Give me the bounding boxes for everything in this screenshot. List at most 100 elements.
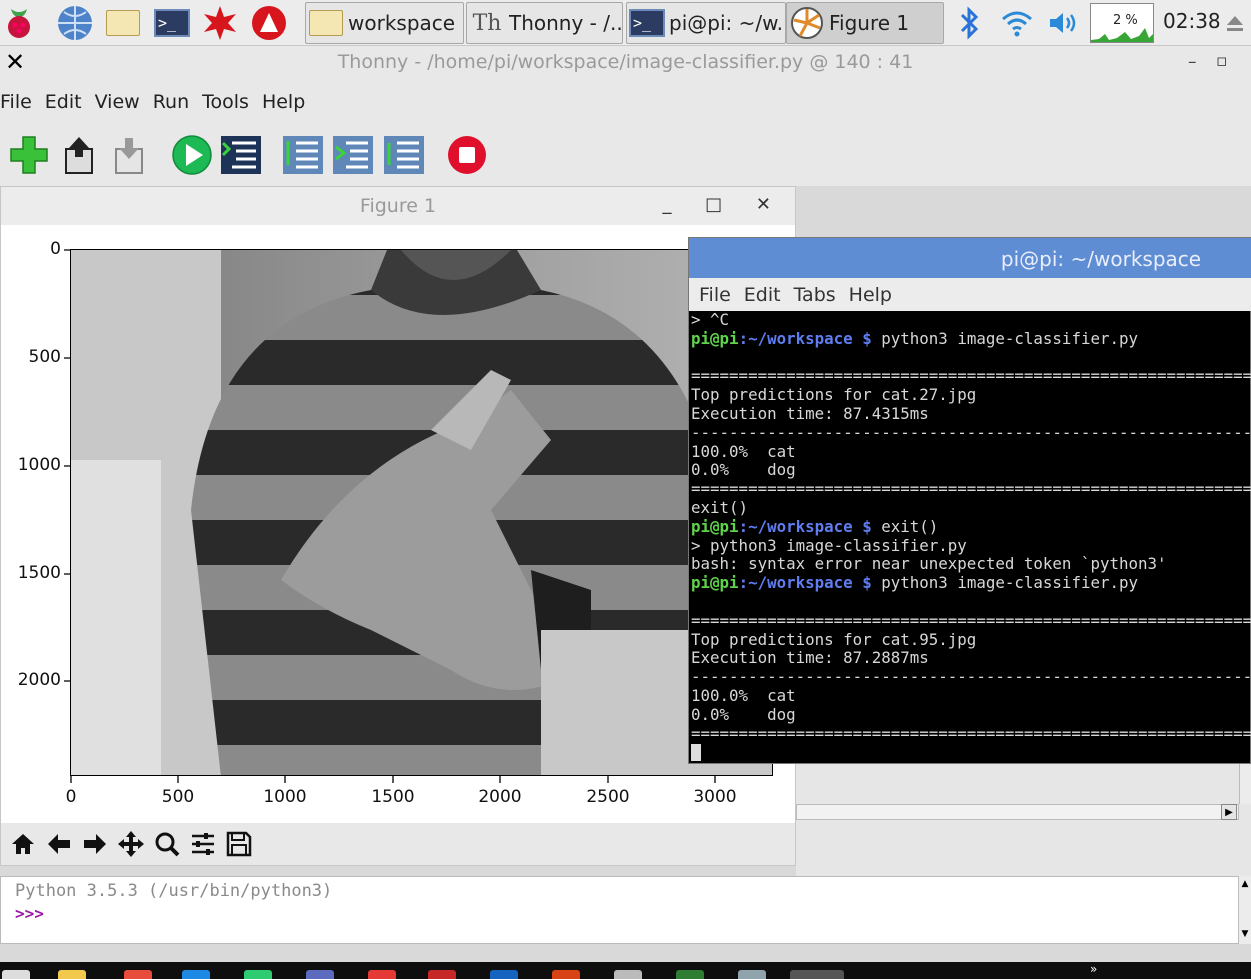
browser-icon[interactable] bbox=[182, 970, 210, 979]
shell-scrollbar[interactable]: ▲ ▼ bbox=[1238, 876, 1251, 944]
folder-icon[interactable] bbox=[58, 970, 86, 979]
prompt-user: pi@pi bbox=[691, 328, 739, 348]
terminal-line: 100.0% cat bbox=[691, 441, 796, 461]
menu-file[interactable]: File bbox=[0, 91, 32, 113]
minimize-icon[interactable]: – bbox=[1188, 52, 1197, 72]
step-over-icon[interactable] bbox=[282, 134, 324, 176]
word-icon[interactable] bbox=[490, 970, 518, 979]
figure-title-bar: Figure 1 _ □ ✕ bbox=[1, 187, 795, 225]
configure-subplots-icon[interactable] bbox=[185, 827, 221, 861]
cpu-usage-label: 2 % bbox=[1113, 13, 1138, 28]
terminal-cursor bbox=[691, 744, 701, 762]
figure-window: Figure 1 _ □ ✕ 0 500 1000 1500 2000 0 50… bbox=[0, 186, 796, 866]
separator-line: ========================================… bbox=[691, 366, 1251, 386]
x-tick-label: 500 bbox=[161, 787, 195, 807]
terminal-output[interactable]: > ^C pi@pi:~/workspace $ python3 image-cl… bbox=[691, 311, 1251, 763]
menu-run[interactable]: Run bbox=[153, 91, 189, 113]
wifi-icon[interactable] bbox=[998, 4, 1036, 42]
editor-hscrollbar[interactable] bbox=[796, 804, 1239, 820]
menu-help[interactable]: Help bbox=[262, 91, 305, 113]
new-file-icon[interactable] bbox=[8, 134, 50, 176]
scroll-right-arrow-icon[interactable]: ▶ bbox=[1221, 804, 1237, 820]
chrome-icon[interactable] bbox=[244, 970, 272, 979]
separator-line: ========================================… bbox=[691, 610, 1251, 630]
editor-vscrollbar[interactable] bbox=[1239, 764, 1251, 804]
step-into-icon[interactable] bbox=[332, 134, 374, 176]
open-file-icon[interactable] bbox=[58, 134, 100, 176]
bluetooth-icon[interactable] bbox=[950, 4, 988, 42]
command: exit() bbox=[871, 516, 939, 536]
terminal-menu-file[interactable]: File bbox=[699, 284, 731, 306]
scroll-down-arrow-icon[interactable]: ▼ bbox=[1239, 928, 1251, 940]
app-icon[interactable] bbox=[614, 970, 642, 979]
eject-icon[interactable] bbox=[1220, 4, 1250, 42]
y-tick-label: 500 bbox=[28, 347, 61, 367]
task-thonny[interactable]: Th Thonny - /... bbox=[466, 2, 623, 44]
app-icon[interactable] bbox=[368, 970, 396, 979]
save-figure-icon[interactable] bbox=[221, 827, 257, 861]
back-arrow-icon[interactable] bbox=[41, 827, 77, 861]
figure-window-controls[interactable]: _ □ ✕ bbox=[662, 194, 785, 215]
raspberry-menu-icon[interactable] bbox=[0, 4, 38, 42]
active-app-icon[interactable] bbox=[790, 970, 844, 979]
app-icon[interactable] bbox=[306, 970, 334, 979]
terminal-icon[interactable]: >_ bbox=[153, 4, 191, 42]
python-shell[interactable]: Python 3.5.3 (/usr/bin/python3) >>> bbox=[0, 876, 1240, 944]
task-terminal[interactable]: >_ pi@pi: ~/w... bbox=[626, 2, 786, 44]
task-workspace[interactable]: workspace bbox=[305, 2, 464, 44]
terminal-menu-bar: File Edit Tabs Help bbox=[689, 278, 1251, 311]
menu-tools[interactable]: Tools bbox=[202, 91, 249, 113]
shell-banner: Python 3.5.3 (/usr/bin/python3) bbox=[15, 881, 333, 901]
run-icon[interactable] bbox=[171, 134, 213, 176]
mathematica-icon[interactable] bbox=[201, 4, 239, 42]
wolfram-icon[interactable] bbox=[250, 4, 288, 42]
restore-icon[interactable]: ▫ bbox=[1216, 51, 1228, 71]
folder-icon bbox=[308, 5, 344, 41]
step-out-icon[interactable] bbox=[383, 134, 425, 176]
terminal-window: pi@pi: ~/workspace File Edit Tabs Help >… bbox=[688, 237, 1251, 764]
clock[interactable]: 02:38 bbox=[1163, 9, 1221, 33]
window-icon[interactable] bbox=[2, 970, 30, 979]
save-file-icon[interactable] bbox=[108, 134, 150, 176]
x-tick-label: 2000 bbox=[478, 787, 522, 807]
powerpoint-icon[interactable] bbox=[552, 970, 580, 979]
y-tick-label: 2000 bbox=[17, 670, 61, 690]
separator-line: ========================================… bbox=[691, 723, 1251, 743]
overflow-chevron-icon[interactable]: » bbox=[1090, 962, 1097, 976]
excel-icon[interactable] bbox=[676, 970, 704, 979]
thonny-icon: Th bbox=[472, 10, 502, 36]
terminal-menu-tabs[interactable]: Tabs bbox=[794, 284, 836, 306]
image-axes bbox=[70, 249, 773, 776]
terminal-line: Execution time: 87.2887ms bbox=[691, 648, 929, 668]
y-tick-label: 1000 bbox=[17, 455, 61, 475]
terminal-prompt-line: pi@pi:~/workspace $ python3 image-classi… bbox=[691, 573, 1251, 593]
home-icon[interactable] bbox=[5, 827, 41, 861]
app-icon[interactable] bbox=[124, 970, 152, 979]
menu-view[interactable]: View bbox=[95, 91, 140, 113]
y-tick-label: 1500 bbox=[17, 563, 61, 583]
x-tick-label: 1500 bbox=[371, 787, 415, 807]
app-icon[interactable] bbox=[738, 970, 766, 979]
app-icon[interactable] bbox=[428, 970, 456, 979]
x-ticks bbox=[70, 776, 716, 783]
volume-icon[interactable] bbox=[1044, 4, 1082, 42]
stop-icon[interactable] bbox=[446, 134, 488, 176]
file-manager-icon[interactable] bbox=[104, 4, 142, 42]
scroll-up-arrow-icon[interactable]: ▲ bbox=[1239, 878, 1251, 890]
forward-arrow-icon[interactable] bbox=[77, 827, 113, 861]
debug-icon[interactable] bbox=[220, 134, 262, 176]
pan-icon[interactable] bbox=[113, 827, 149, 861]
matplotlib-icon bbox=[789, 5, 825, 41]
x-tick-label: 2500 bbox=[586, 787, 630, 807]
camera-frame-image bbox=[71, 250, 772, 775]
window-title: Thonny - /home/pi/workspace/image-classi… bbox=[337, 51, 914, 73]
terminal-prompt-line: pi@pi:~/workspace $ python3 image-classi… bbox=[691, 328, 1251, 349]
menu-edit[interactable]: Edit bbox=[45, 91, 82, 113]
separator-line: ----------------------------------------… bbox=[691, 422, 1251, 442]
terminal-menu-help[interactable]: Help bbox=[849, 284, 892, 306]
terminal-menu-edit[interactable]: Edit bbox=[744, 284, 781, 306]
web-browser-icon[interactable] bbox=[56, 4, 94, 42]
cpu-monitor: 2 % bbox=[1090, 3, 1154, 43]
zoom-icon[interactable] bbox=[149, 827, 185, 861]
task-figure[interactable]: Figure 1 bbox=[786, 2, 944, 44]
